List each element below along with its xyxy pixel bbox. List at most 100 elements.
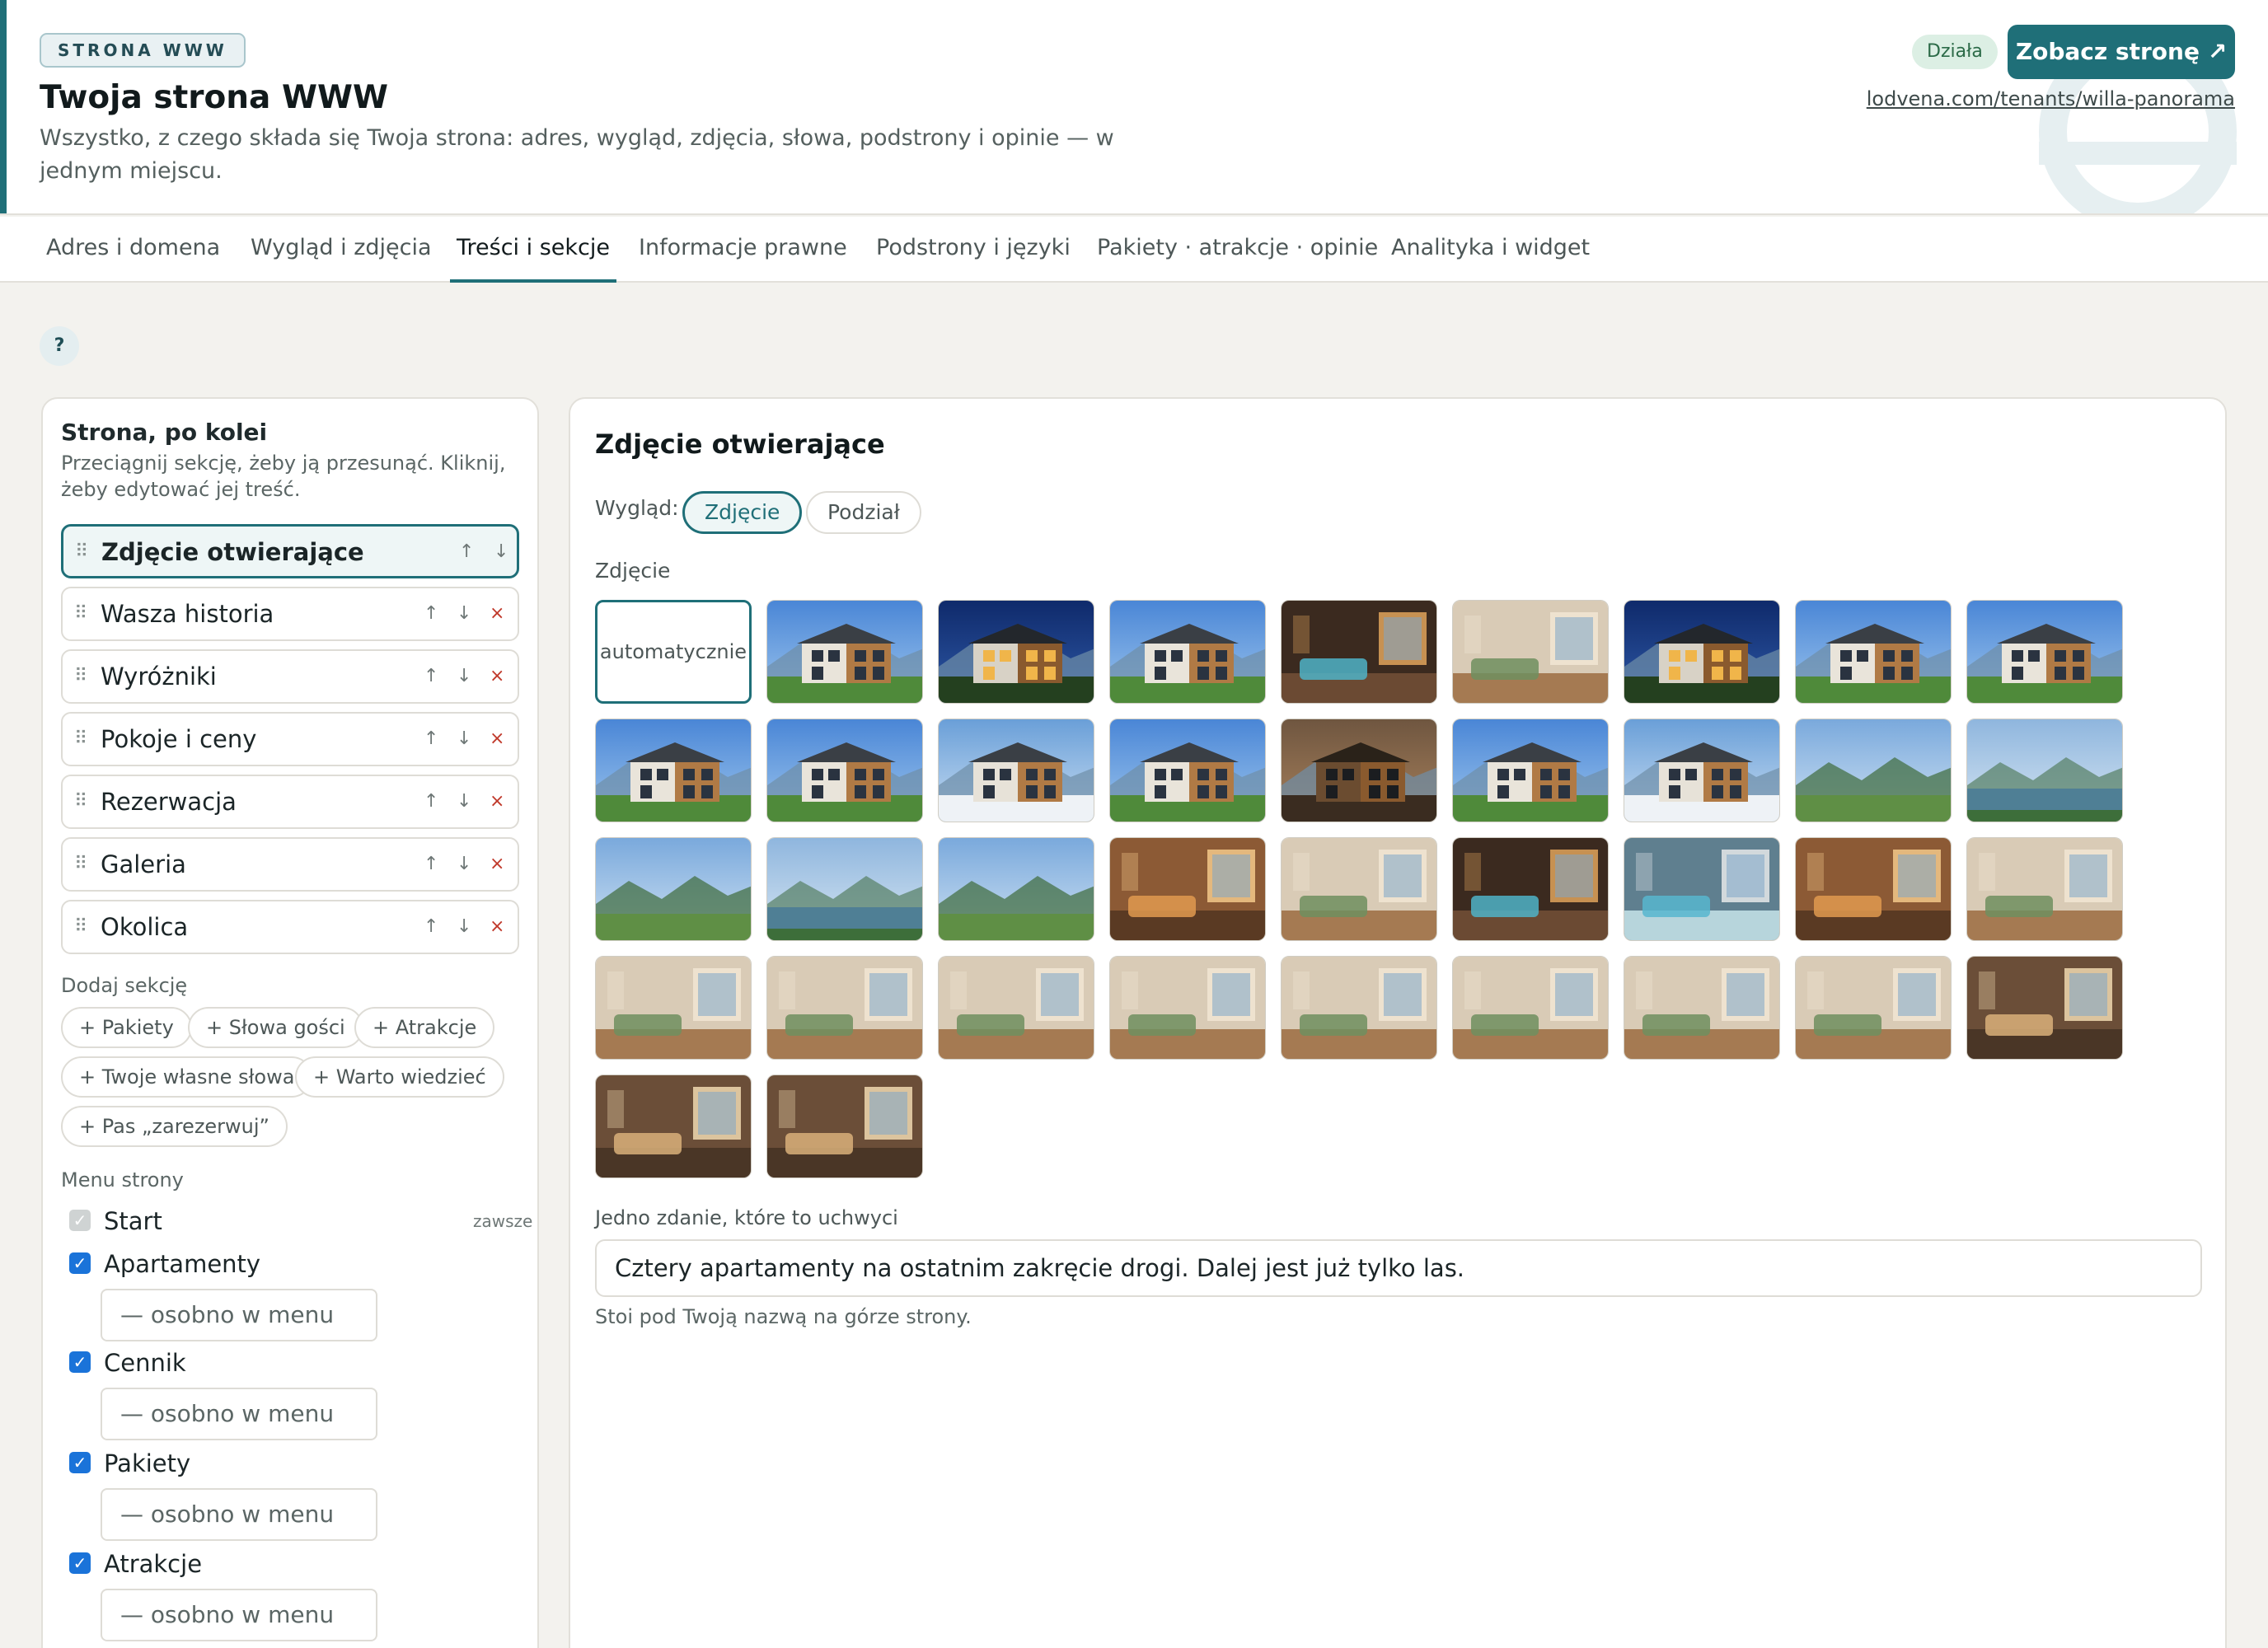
drag-handle-icon[interactable]: ⠿ xyxy=(74,588,87,639)
bathroom-photo[interactable] xyxy=(595,1074,752,1178)
section-item-history[interactable]: ⠿ Wasza historia ↑ ↓ × xyxy=(61,587,519,641)
menu-item-apartments[interactable]: ✓ Apartamenty xyxy=(61,1248,519,1280)
menu-item-pricing[interactable]: ✓ Cennik xyxy=(61,1346,519,1379)
checkbox[interactable]: ✓ xyxy=(69,1452,91,1473)
house-winter-photo[interactable] xyxy=(938,719,1094,822)
bedroom-photo[interactable] xyxy=(1795,956,1952,1060)
tab-look[interactable]: Wygląd i zdjęcia xyxy=(251,217,432,283)
remove-section-button[interactable]: × xyxy=(490,776,504,827)
dining-photo[interactable] xyxy=(1109,837,1266,941)
drag-handle-icon[interactable]: ⠿ xyxy=(74,714,87,765)
house-night-photo[interactable] xyxy=(1624,600,1780,704)
house-side-photo[interactable] xyxy=(766,719,923,822)
pool-photo[interactable] xyxy=(1624,837,1780,941)
menu-item-attractions[interactable]: ✓ Atrakcje xyxy=(61,1547,519,1580)
move-down-button[interactable]: ↓ xyxy=(457,714,471,765)
house-wood-photo[interactable] xyxy=(1966,600,2123,704)
menu-placement-select[interactable]: — osobno w menu xyxy=(101,1289,377,1341)
drag-handle-icon[interactable]: ⠿ xyxy=(74,839,87,890)
horse-riding-photo[interactable] xyxy=(595,837,752,941)
bathroom-photo[interactable] xyxy=(1966,956,2123,1060)
menu-placement-select[interactable]: — osobno w menu xyxy=(101,1589,377,1641)
bedroom-photo[interactable] xyxy=(1281,956,1437,1060)
living-room-photo[interactable] xyxy=(1109,956,1266,1060)
add-guest-words-chip[interactable]: + Słowa gości xyxy=(188,1007,363,1048)
game-room-photo[interactable] xyxy=(1452,600,1609,704)
remove-section-button[interactable]: × xyxy=(490,901,504,953)
add-attractions-chip[interactable]: + Atrakcje xyxy=(354,1007,495,1048)
move-up-button[interactable]: ↑ xyxy=(424,651,438,702)
site-url-link[interactable]: lodvena.com/tenants/willa-panorama xyxy=(1867,87,2235,110)
section-item-rooms[interactable]: ⠿ Pokoje i ceny ↑ ↓ × xyxy=(61,712,519,766)
bathroom-photo[interactable] xyxy=(766,1074,923,1178)
menu-placement-select[interactable]: — osobno w menu xyxy=(101,1488,377,1541)
look-option-photo[interactable]: Zdjęcie xyxy=(682,491,803,534)
section-item-features[interactable]: ⠿ Wyróżniki ↑ ↓ × xyxy=(61,649,519,704)
remove-section-button[interactable]: × xyxy=(490,714,504,765)
move-down-button[interactable]: ↓ xyxy=(457,776,471,827)
menu-placement-select[interactable]: — osobno w menu xyxy=(101,1388,377,1440)
house-front-photo[interactable] xyxy=(595,719,752,822)
breakfast-photo[interactable] xyxy=(1966,837,2123,941)
move-down-button[interactable]: ↓ xyxy=(457,651,471,702)
terrace-wine-photo[interactable] xyxy=(1281,837,1437,941)
kayak-photo[interactable] xyxy=(1966,719,2123,822)
ski-slope-photo[interactable] xyxy=(1624,719,1780,822)
house-day-photo[interactable] xyxy=(766,600,923,704)
move-down-button[interactable]: ↓ xyxy=(457,839,471,890)
bedroom-photo[interactable] xyxy=(1452,956,1609,1060)
remove-section-button[interactable]: × xyxy=(490,839,504,890)
tab-content[interactable]: Treści i sekcje xyxy=(450,217,616,283)
drag-handle-icon[interactable]: ⠿ xyxy=(74,776,87,827)
look-option-split[interactable]: Podział xyxy=(806,491,921,534)
cycling-photo[interactable] xyxy=(938,837,1094,941)
move-down-button[interactable]: ↓ xyxy=(457,901,471,953)
lake-view-photo[interactable] xyxy=(766,837,923,941)
living-room-photo[interactable] xyxy=(766,956,923,1060)
auto-photo-option[interactable]: automatycznie xyxy=(595,600,752,704)
remove-section-button[interactable]: × xyxy=(490,651,504,702)
tab-legal[interactable]: Informacje prawne xyxy=(639,217,847,283)
add-packages-chip[interactable]: + Pakiety xyxy=(61,1007,192,1048)
section-item-gallery[interactable]: ⠿ Galeria ↑ ↓ × xyxy=(61,837,519,892)
checkbox[interactable]: ✓ xyxy=(69,1351,91,1373)
tagline-input[interactable]: Cztery apartamenty na ostatnim zakręcie … xyxy=(595,1239,2202,1297)
tab-subpages[interactable]: Podstrony i języki xyxy=(876,217,1071,283)
remove-section-button[interactable]: × xyxy=(490,588,504,639)
move-up-button[interactable]: ↑ xyxy=(424,588,438,639)
house-dusk-photo[interactable] xyxy=(1109,600,1266,704)
move-up-button[interactable]: ↑ xyxy=(424,901,438,953)
house-garden-photo[interactable] xyxy=(1795,600,1952,704)
tab-address[interactable]: Adres i domena xyxy=(46,217,220,283)
move-up-button[interactable]: ↑ xyxy=(424,714,438,765)
house-path-photo[interactable] xyxy=(1109,719,1266,822)
living-room-photo[interactable] xyxy=(938,956,1094,1060)
move-down-button[interactable]: ↓ xyxy=(494,527,508,578)
move-up-button[interactable]: ↑ xyxy=(459,527,474,578)
drag-handle-icon[interactable]: ⠿ xyxy=(74,901,87,953)
add-own-words-chip[interactable]: + Twoje własne słowa xyxy=(61,1056,313,1098)
bedroom-warm-photo[interactable] xyxy=(1795,837,1952,941)
drag-handle-icon[interactable]: ⠿ xyxy=(75,527,88,578)
house-mountain-photo[interactable] xyxy=(1452,719,1609,822)
spa-interior-photo[interactable] xyxy=(1281,600,1437,704)
view-site-button[interactable]: Zobacz stronę ↗ xyxy=(2008,25,2235,79)
jacuzzi-photo[interactable] xyxy=(1452,837,1609,941)
mountain-hike-photo[interactable] xyxy=(1795,719,1952,822)
drag-handle-icon[interactable]: ⠿ xyxy=(74,651,87,702)
menu-item-packages[interactable]: ✓ Pakiety xyxy=(61,1447,519,1480)
help-button[interactable]: ? xyxy=(40,326,79,366)
section-item-hero[interactable]: ⠿ Zdjęcie otwierające ↑ ↓ xyxy=(61,524,519,578)
add-booking-strip-chip[interactable]: + Pas „zarezerwuj” xyxy=(61,1106,288,1147)
living-room-photo[interactable] xyxy=(595,956,752,1060)
checkbox[interactable]: ✓ xyxy=(69,1552,91,1574)
checkbox[interactable]: ✓ xyxy=(69,1252,91,1274)
move-down-button[interactable]: ↓ xyxy=(457,588,471,639)
move-up-button[interactable]: ↑ xyxy=(424,776,438,827)
tab-packages[interactable]: Pakiety · atrakcje · opinie xyxy=(1097,217,1378,283)
section-item-booking[interactable]: ⠿ Rezerwacja ↑ ↓ × xyxy=(61,775,519,829)
move-up-button[interactable]: ↑ xyxy=(424,839,438,890)
bedroom-photo[interactable] xyxy=(1624,956,1780,1060)
balcony-photo[interactable] xyxy=(1281,719,1437,822)
add-good-to-know-chip[interactable]: + Warto wiedzieć xyxy=(295,1056,504,1098)
